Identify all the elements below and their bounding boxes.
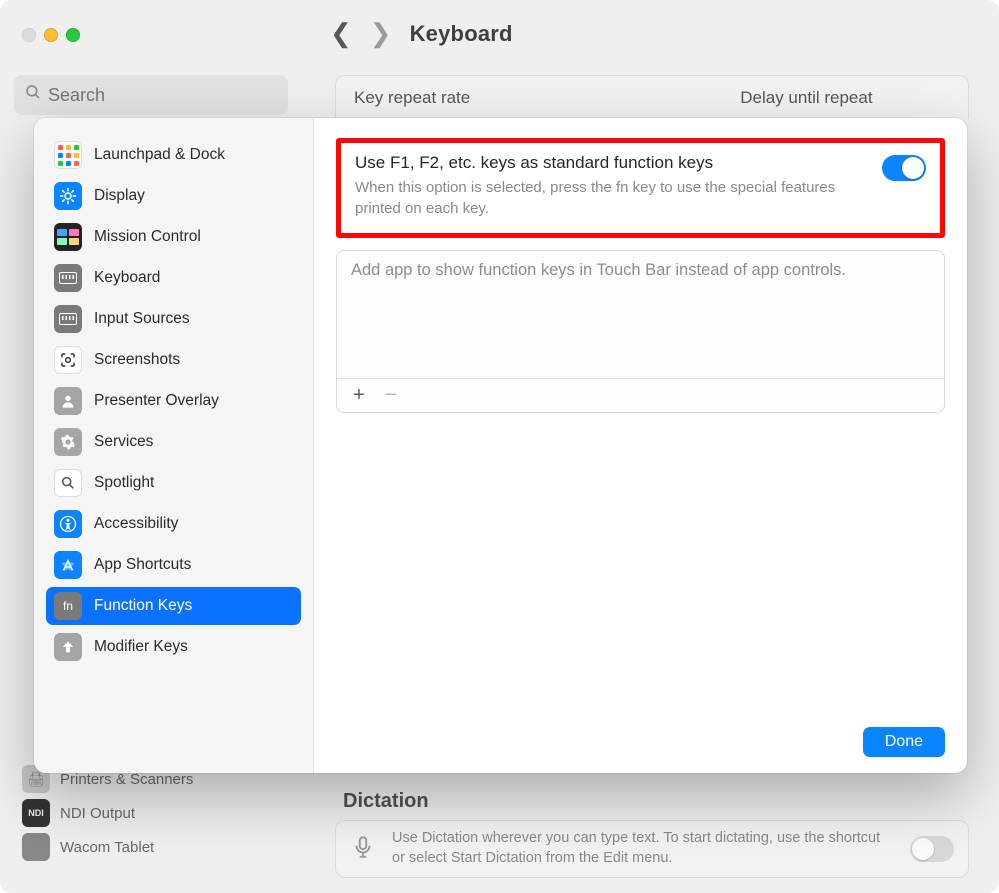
- sidebar-item-services[interactable]: Services: [46, 423, 301, 461]
- modal-footer: Done: [336, 713, 945, 757]
- sidebar-item-label: App Shortcuts: [94, 556, 191, 574]
- add-app-button[interactable]: +: [345, 384, 373, 408]
- spotlight-icon: [54, 469, 82, 497]
- accessibility-icon: [54, 510, 82, 538]
- sidebar-item-display[interactable]: Display: [46, 177, 301, 215]
- input-sources-icon: [54, 305, 82, 333]
- plus-icon: +: [353, 384, 365, 407]
- sidebar-item-label: Screenshots: [94, 351, 180, 369]
- minus-icon: −: [385, 384, 397, 407]
- sidebar-item-label: NDI Output: [60, 805, 135, 822]
- sidebar-item-label: Input Sources: [94, 310, 190, 328]
- sidebar-item-function-keys[interactable]: fn Function Keys: [46, 587, 301, 625]
- sidebar-item-spotlight[interactable]: Spotlight: [46, 464, 301, 502]
- modal-sidebar: Launchpad & Dock Display Mission Control…: [34, 118, 314, 773]
- remove-app-button[interactable]: −: [377, 384, 405, 408]
- keyboard-shortcuts-modal: Launchpad & Dock Display Mission Control…: [34, 118, 967, 773]
- screenshot-icon: [54, 346, 82, 374]
- fn-standard-keys-toggle[interactable]: [882, 155, 926, 181]
- function-keys-toggle-panel: Use F1, F2, etc. keys as standard functi…: [336, 138, 945, 238]
- sidebar-item-label: Printers & Scanners: [60, 771, 193, 788]
- sidebar-item-label: Mission Control: [94, 228, 201, 246]
- sidebar-item-keyboard[interactable]: Keyboard: [46, 259, 301, 297]
- microphone-icon: [350, 834, 378, 865]
- mission-control-icon: [54, 223, 82, 251]
- function-keys-icon: fn: [54, 592, 82, 620]
- modal-main-content: Use F1, F2, etc. keys as standard functi…: [314, 118, 967, 773]
- sidebar-item[interactable]: ✎ Wacom Tablet: [16, 830, 199, 864]
- sidebar-item-label: Modifier Keys: [94, 638, 188, 656]
- launchpad-icon: [54, 141, 82, 169]
- page-title: Keyboard: [410, 21, 513, 47]
- sidebar-item-label: Presenter Overlay: [94, 392, 219, 410]
- services-icon: [54, 428, 82, 456]
- done-button[interactable]: Done: [863, 727, 945, 757]
- presenter-overlay-icon: [54, 387, 82, 415]
- key-repeat-rate-label: Key repeat rate: [354, 88, 470, 108]
- search-icon: [24, 83, 42, 107]
- dictation-section-title: Dictation: [343, 790, 429, 813]
- apps-list-empty: [337, 290, 944, 378]
- sidebar-item-launchpad-dock[interactable]: Launchpad & Dock: [46, 136, 301, 174]
- search-field-container[interactable]: [14, 75, 288, 115]
- dictation-panel: Use Dictation wherever you can type text…: [335, 820, 969, 878]
- sidebar-item-label: Services: [94, 433, 153, 451]
- window-traffic-lights: [22, 28, 80, 42]
- app-shortcuts-icon: [54, 551, 82, 579]
- keyboard-rate-panel: Key repeat rate Delay until repeat: [335, 75, 969, 119]
- keyboard-icon: [54, 264, 82, 292]
- back-button[interactable]: ❮: [330, 18, 352, 49]
- search-input[interactable]: [48, 85, 278, 106]
- sidebar-item-presenter-overlay[interactable]: Presenter Overlay: [46, 382, 301, 420]
- sidebar-item-label: Launchpad & Dock: [94, 146, 225, 164]
- minimize-window-button[interactable]: [44, 28, 58, 42]
- zoom-window-button[interactable]: [66, 28, 80, 42]
- sidebar-item[interactable]: NDI NDI Output: [16, 796, 199, 830]
- sidebar-item-label: Wacom Tablet: [60, 839, 154, 856]
- forward-button[interactable]: ❯: [370, 18, 392, 49]
- sidebar-item-accessibility[interactable]: Accessibility: [46, 505, 301, 543]
- header-bar: ❮ ❯ Keyboard: [330, 18, 513, 49]
- background-sidebar-bottom: 🖨 Printers & Scanners NDI NDI Output ✎ W…: [16, 762, 199, 864]
- sidebar-item-label: Display: [94, 187, 145, 205]
- sidebar-item-modifier-keys[interactable]: Modifier Keys: [46, 628, 301, 666]
- sidebar-item-label: Keyboard: [94, 269, 160, 287]
- display-icon: [54, 182, 82, 210]
- sidebar-item-screenshots[interactable]: Screenshots: [46, 341, 301, 379]
- touch-bar-apps-panel: Add app to show function keys in Touch B…: [336, 250, 945, 413]
- close-window-button[interactable]: [22, 28, 36, 42]
- sidebar-item-app-shortcuts[interactable]: App Shortcuts: [46, 546, 301, 584]
- fn-toggle-description: When this option is selected, press the …: [355, 177, 866, 219]
- apps-placeholder-text: Add app to show function keys in Touch B…: [337, 251, 944, 290]
- dictation-toggle[interactable]: [910, 836, 954, 862]
- sidebar-item-mission-control[interactable]: Mission Control: [46, 218, 301, 256]
- dictation-description: Use Dictation wherever you can type text…: [392, 829, 896, 868]
- sidebar-item-label: Accessibility: [94, 515, 178, 533]
- delay-until-repeat-label: Delay until repeat: [740, 88, 872, 108]
- sidebar-item-label: Function Keys: [94, 597, 192, 615]
- fn-toggle-title: Use F1, F2, etc. keys as standard functi…: [355, 153, 866, 173]
- sidebar-item-input-sources[interactable]: Input Sources: [46, 300, 301, 338]
- ndi-icon: NDI: [22, 799, 50, 827]
- tablet-icon: ✎: [22, 833, 50, 861]
- modifier-keys-icon: [54, 633, 82, 661]
- sidebar-item-label: Spotlight: [94, 474, 154, 492]
- apps-panel-footer: + −: [337, 378, 944, 412]
